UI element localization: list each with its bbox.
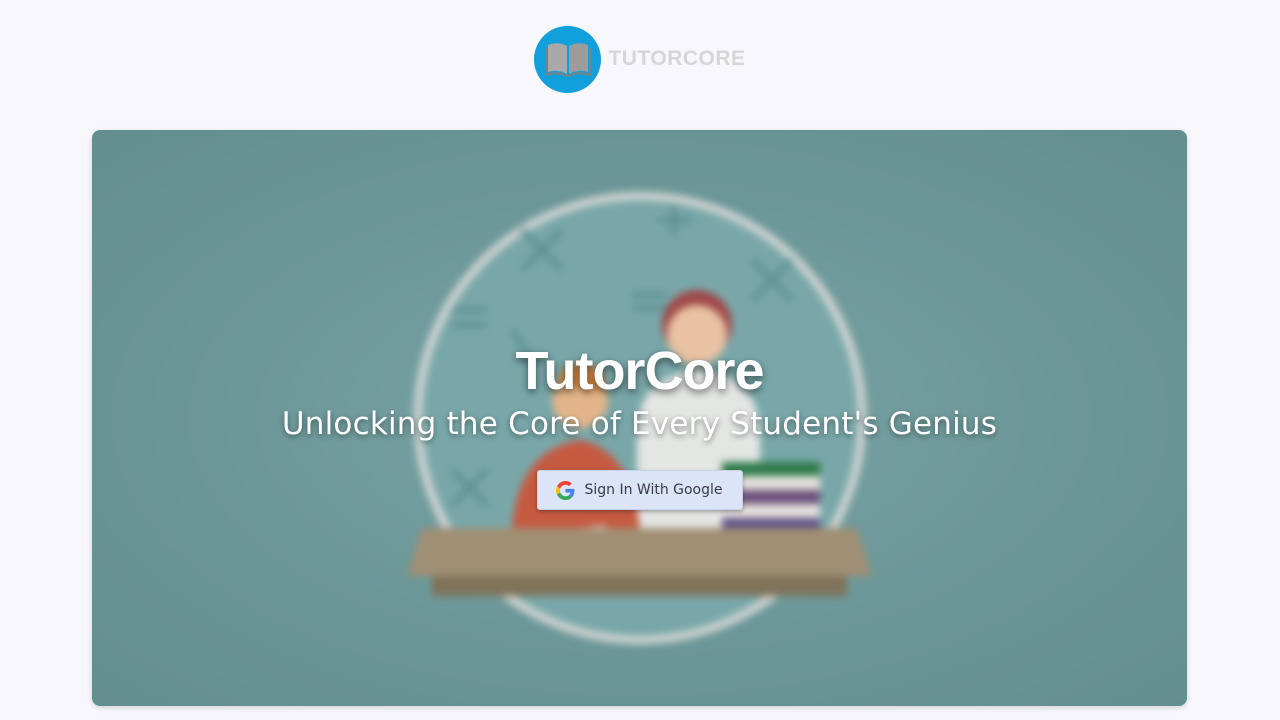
hero-content: TutorCore Unlocking the Core of Every St…	[92, 130, 1187, 706]
site-header: TUTORCORE	[0, 0, 1280, 118]
hero-subtitle: Unlocking the Core of Every Student's Ge…	[281, 406, 998, 442]
brand-logo-link[interactable]: TUTORCORE	[534, 25, 746, 93]
hero-panel: TutorCore Unlocking the Core of Every St…	[92, 130, 1187, 706]
brand-name: TUTORCORE	[608, 47, 746, 70]
google-icon	[556, 480, 575, 500]
google-signin-button[interactable]: Sign In With Google	[536, 470, 743, 510]
open-book-icon	[544, 43, 591, 78]
logo-badge	[534, 25, 602, 93]
signin-button-label: Sign In With Google	[584, 482, 723, 498]
hero-title: TutorCore	[515, 341, 765, 401]
